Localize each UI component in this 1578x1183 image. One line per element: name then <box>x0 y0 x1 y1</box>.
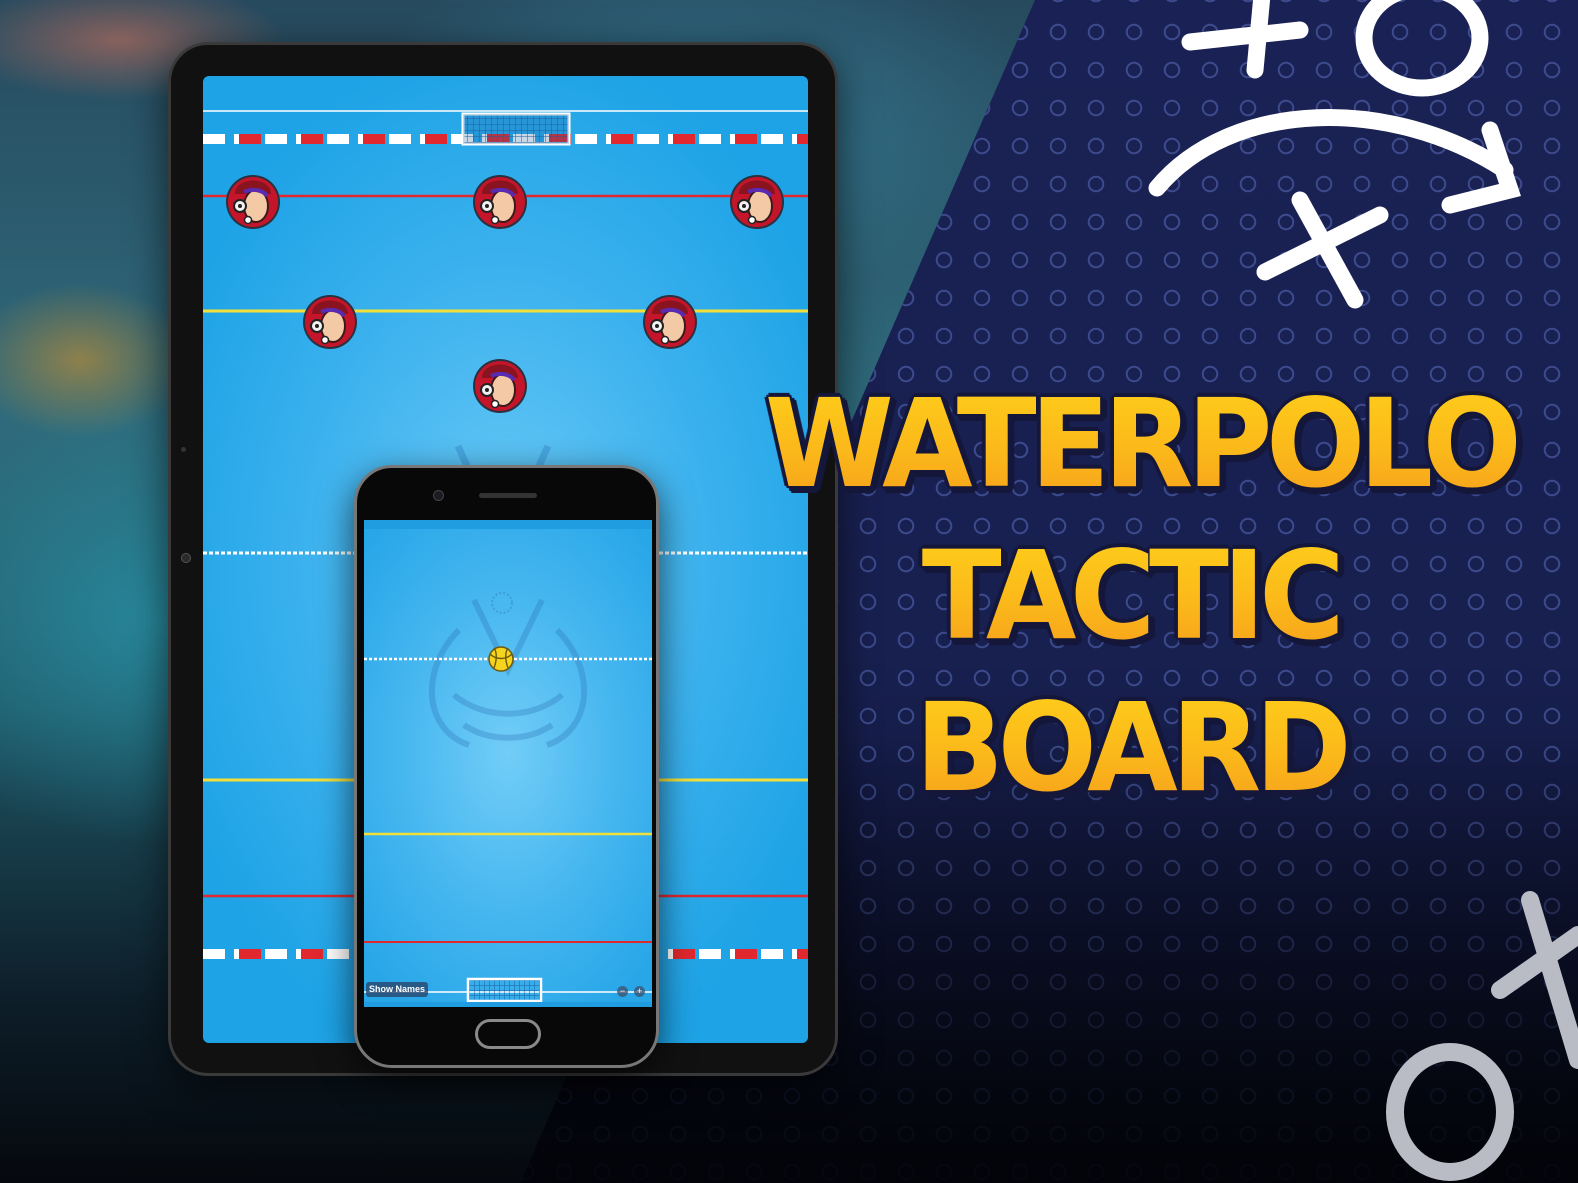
phone-pool-board[interactable] <box>364 520 652 1007</box>
phone-device: Show Names − + <box>354 465 659 1068</box>
title-line-board: BOARD <box>717 672 1543 824</box>
tactic-x-doodle <box>1491 891 1578 1069</box>
water-polo-ball-icon[interactable] <box>488 646 514 672</box>
tactic-x-doodle <box>1256 191 1389 309</box>
phone-screen: Show Names − + <box>364 520 652 1007</box>
player-cap-icon[interactable] <box>471 173 529 231</box>
player-cap-icon[interactable] <box>471 357 529 415</box>
player-cap-icon[interactable] <box>301 293 359 351</box>
phone-home-button[interactable] <box>475 1019 541 1049</box>
player-cap-icon[interactable] <box>728 173 786 231</box>
phone-speaker <box>479 493 537 498</box>
tactic-arc-doodle <box>1148 109 1514 197</box>
tactic-x-doodle <box>1181 0 1309 79</box>
title-line-waterpolo: WATERPOLO <box>737 368 1543 520</box>
crest-center <box>491 592 513 614</box>
app-title: WATERPOLO TACTIC BOARD <box>700 368 1560 824</box>
tactic-o-doodle <box>1386 1043 1514 1181</box>
goal-net-icon <box>466 977 543 1003</box>
tablet-sensor <box>181 447 186 452</box>
zoom-in-button[interactable]: + <box>634 986 645 997</box>
player-cap-icon[interactable] <box>224 173 282 231</box>
phone-bottom-bar <box>364 1002 652 1007</box>
phone-camera <box>433 490 444 501</box>
zoom-out-button[interactable]: − <box>617 986 628 997</box>
crest-watermark <box>428 598 588 748</box>
phone-top-bar <box>364 520 652 529</box>
show-names-button[interactable]: Show Names <box>366 982 429 997</box>
player-cap-icon[interactable] <box>641 293 699 351</box>
tactic-o-doodle <box>1355 0 1489 97</box>
title-line-tactic: TACTIC <box>717 520 1543 672</box>
goal-net-icon <box>461 112 571 146</box>
tablet-camera <box>181 553 191 563</box>
